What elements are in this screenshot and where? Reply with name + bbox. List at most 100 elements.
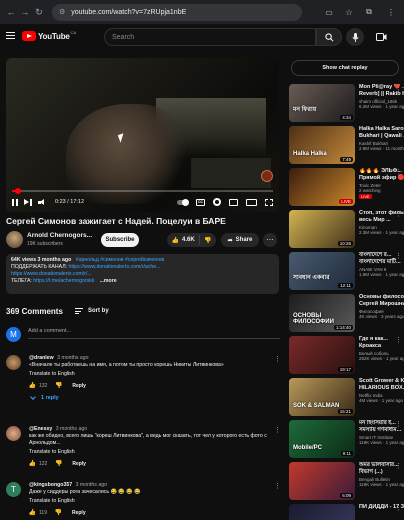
comment-time[interactable]: 3 months ago — [57, 355, 88, 361]
dislike-button[interactable]: 👎 — [200, 237, 216, 244]
hashtags[interactable]: #арнольд #симонов #сергейсимонов — [76, 257, 165, 263]
recommendation-menu-icon[interactable]: ⋮ — [395, 84, 402, 92]
comment-author[interactable]: @kingsbongo357 — [29, 482, 72, 488]
comment-time[interactable]: 3 months ago — [56, 426, 87, 432]
video-thumbnail[interactable]: Mobile/PC 9:11 — [289, 420, 355, 458]
recommendation-item[interactable]: SOK & SALMAN15:21Scott Grower & K...HILA… — [289, 378, 404, 418]
hamburger-menu-icon[interactable] — [6, 32, 15, 40]
commenter-avatar[interactable] — [6, 355, 21, 370]
sort-comments-button[interactable]: Sort by — [75, 308, 109, 314]
video-thumbnail[interactable]: SOK & SALMAN 15:21 — [289, 378, 355, 416]
site-info-icon[interactable]: ⚙ — [59, 8, 65, 16]
comment-author[interactable]: @dranlew — [29, 355, 54, 361]
reply-button[interactable]: Reply — [72, 461, 86, 467]
autoplay-toggle[interactable] — [177, 196, 189, 208]
thumbs-up-icon[interactable]: 👍 — [29, 382, 36, 389]
comment-time[interactable]: 3 months ago — [76, 482, 107, 488]
my-avatar[interactable]: M — [6, 327, 21, 342]
youtube-logo[interactable]: YouTube CA — [22, 30, 76, 41]
video-thumbnail[interactable]: 19:17 — [289, 336, 355, 374]
translate-link[interactable]: Translate to English — [29, 371, 281, 377]
video-thumbnail[interactable]: সাবধান একবার 12:11 — [289, 252, 355, 290]
comment-menu-icon[interactable]: ⋮ — [274, 482, 281, 490]
channel-watermark[interactable] — [261, 170, 273, 182]
search-input[interactable]: Search — [104, 28, 316, 46]
recommendation-menu-icon[interactable]: ⋮ — [395, 126, 402, 134]
donation-link-2[interactable]: https://www.donationalerts.com/r/... — [11, 271, 92, 277]
theater-mode-button[interactable] — [246, 196, 257, 208]
reply-button[interactable]: Reply — [72, 510, 86, 516]
commenter-avatar[interactable]: T — [6, 482, 21, 497]
recommendation-menu-icon[interactable]: ⋮ — [395, 462, 402, 470]
scrubber-handle[interactable] — [14, 188, 21, 194]
extensions-icon[interactable]: ⧉ — [362, 5, 376, 19]
recommendation-item[interactable]: 10:26Стоп, этот фильм...весь Мир ...Kino… — [289, 210, 404, 250]
translate-link[interactable]: Translate to English — [29, 498, 281, 504]
thumbs-down-icon[interactable]: 👎 — [55, 509, 62, 516]
recommendation-menu-icon[interactable]: ⋮ — [395, 336, 402, 344]
recommendation-menu-icon[interactable]: ⋮ — [395, 294, 402, 302]
recommendation-menu-icon[interactable]: ⋮ — [395, 378, 402, 386]
description-box[interactable]: 64K views 3 months ago #арнольд #симонов… — [6, 254, 279, 294]
comment-menu-icon[interactable]: ⋮ — [274, 355, 281, 363]
recommendation-menu-icon[interactable]: ⋮ — [395, 420, 402, 428]
add-comment-input[interactable]: Add a comment... — [28, 328, 280, 339]
show-more-link[interactable]: ...more — [100, 278, 117, 284]
more-actions-button[interactable]: ⋯ — [263, 233, 277, 247]
recommendation-item[interactable]: LIVE 🔥🔥🔥 ЭЛЬФ... Прямой эфир 🔴 Toxic Zeter 2… — [289, 168, 404, 208]
settings-button[interactable] — [213, 196, 221, 208]
forward-icon[interactable]: → — [18, 5, 32, 19]
reload-icon[interactable]: ↻ — [32, 5, 46, 19]
channel-name[interactable]: Arnold Chernogors... — [27, 232, 92, 239]
recommendation-item[interactable]: 19:17 Где я как... Кроакса Белый соболь 252K… — [289, 336, 404, 376]
show-chat-replay-button[interactable]: Show chat replay — [291, 60, 399, 76]
like-button[interactable]: 👍 4.6K — [167, 235, 200, 245]
video-player[interactable]: 0:23 / 17:12 CC — [6, 58, 279, 212]
cast-icon[interactable]: ▭ — [322, 5, 336, 19]
recommendation-item[interactable]: মন ফিরায় 4:34 Mon Pli@ray ❤️ ... Reverb] |… — [289, 84, 404, 124]
fullscreen-button[interactable] — [265, 196, 273, 208]
recommendation-menu-icon[interactable]: ⋮ — [395, 210, 402, 218]
video-thumbnail[interactable] — [289, 504, 355, 520]
thumbs-up-icon[interactable]: 👍 — [29, 460, 36, 467]
recommendation-menu-icon[interactable]: ⋮ — [395, 252, 402, 260]
bookmark-star-icon[interactable]: ☆ — [342, 5, 356, 19]
recommendation-menu-icon[interactable]: ⋮ — [395, 168, 402, 176]
video-thumbnail[interactable]: 10:26 — [289, 210, 355, 248]
share-button[interactable]: ➦ Share — [221, 233, 259, 247]
reply-button[interactable]: Reply — [72, 383, 86, 389]
miniplayer-button[interactable] — [229, 196, 238, 208]
translate-link[interactable]: Translate to English — [29, 449, 281, 455]
comment-author[interactable]: @Enessy — [29, 426, 52, 432]
progress-bar[interactable] — [12, 188, 273, 194]
recommendation-item[interactable]: ПИ ДИДДИ - 17 ЗЕ...⋮ — [289, 504, 404, 520]
commenter-avatar[interactable] — [6, 426, 21, 441]
show-replies-button[interactable]: 1 reply — [29, 394, 281, 401]
recommendation-item[interactable]: Mobile/PC 9:11 মন হিংসিয়ার ই... সমস্যায় গ… — [289, 420, 404, 460]
channel-avatar[interactable] — [6, 231, 23, 248]
recommendation-item[interactable]: Halka Halka7:49Halka Halka SaroorBukhari… — [289, 126, 404, 166]
recommendation-item[interactable]: ОСНОВЫ ФИЛОСОФИИ1:14:40Основы философииС… — [289, 294, 404, 334]
thumbs-up-icon[interactable]: 👍 — [29, 509, 36, 516]
video-thumbnail[interactable]: ОСНОВЫ ФИЛОСОФИИ 1:14:40 — [289, 294, 355, 332]
next-button[interactable] — [24, 196, 32, 208]
recommendation-menu-icon[interactable]: ⋮ — [395, 504, 402, 512]
search-button[interactable] — [316, 28, 342, 46]
subtitles-button[interactable]: CC — [196, 196, 205, 208]
mute-button[interactable] — [38, 196, 47, 208]
thumbs-down-icon[interactable]: 👎 — [55, 382, 62, 389]
subscribe-button[interactable]: Subscribe — [101, 233, 139, 247]
video-thumbnail[interactable]: মন ফিরায় 4:34 — [289, 84, 355, 122]
telegram-link[interactable]: https://t.me/achernogorskii — [33, 278, 94, 284]
video-thumbnail[interactable]: LIVE — [289, 168, 355, 206]
thumbs-down-icon[interactable]: 👎 — [55, 460, 62, 467]
back-icon[interactable]: ← — [4, 5, 18, 19]
comment-menu-icon[interactable]: ⋮ — [274, 426, 281, 434]
video-thumbnail[interactable]: Halka Halka 7:49 — [289, 126, 355, 164]
donation-link[interactable]: https://www.donationalerts.com/r/ache... — [69, 264, 161, 270]
voice-search-button[interactable] — [346, 28, 364, 46]
browser-menu-icon[interactable]: ⋮ — [384, 5, 398, 19]
recommendation-item[interactable]: 6:09 অমর ভালবাসার... বিভাগ (...) Bengali Bu… — [289, 462, 404, 502]
address-bar[interactable]: ⚙ youtube.com/watch?v=7zRUpja1nbE — [52, 3, 302, 21]
pause-button[interactable] — [12, 196, 18, 208]
